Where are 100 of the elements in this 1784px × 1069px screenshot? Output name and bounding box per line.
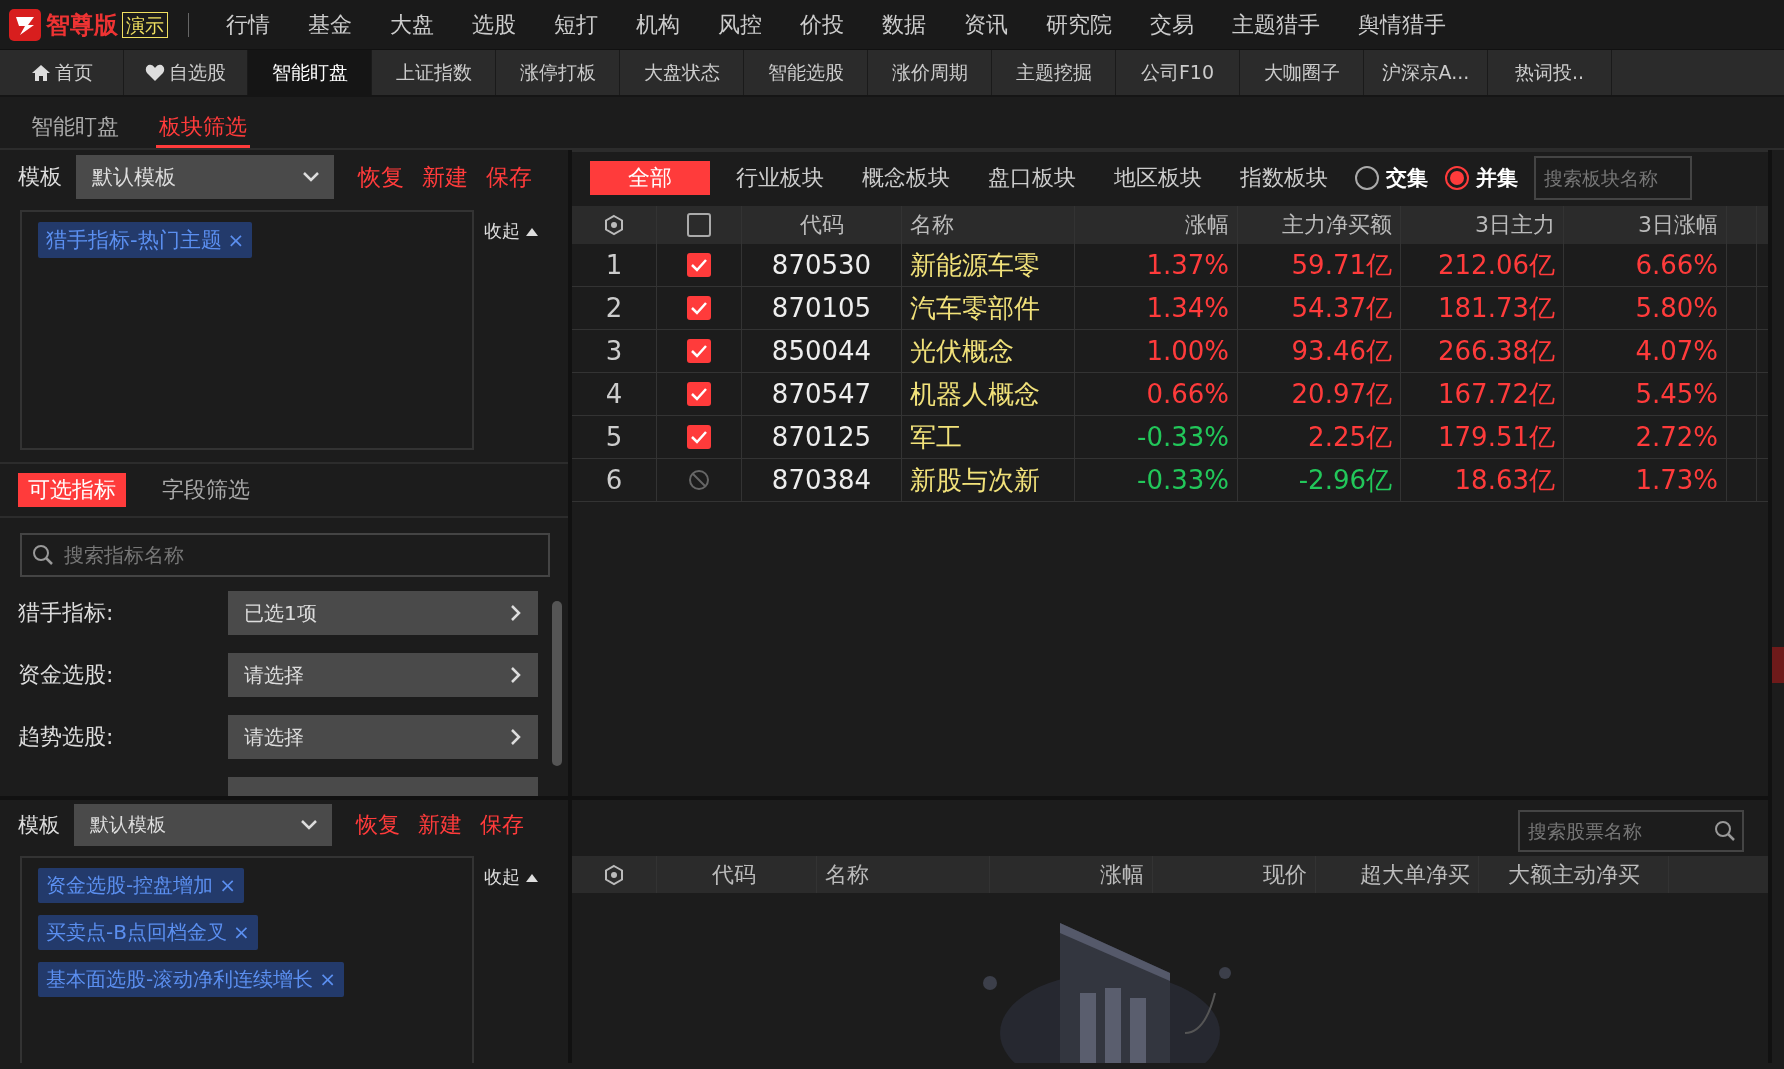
action-link[interactable]: 保存 — [480, 810, 524, 840]
table-cell: 5.45% — [1564, 373, 1727, 415]
radio-option[interactable]: 并集 — [1444, 164, 1518, 192]
table-cell: 870125 — [742, 416, 902, 458]
settings-icon[interactable] — [603, 863, 625, 886]
menu-item[interactable]: 选股 — [453, 9, 535, 40]
select-button[interactable]: 请选择 — [228, 715, 538, 759]
collapse-button[interactable]: 收起 — [484, 216, 538, 246]
menu-item[interactable]: 大盘 — [371, 9, 453, 40]
table-cell: 机器人概念 — [902, 373, 1075, 415]
menu-item[interactable]: 资讯 — [945, 9, 1027, 40]
table-cell: 179.51亿 — [1401, 416, 1564, 458]
menu-item[interactable]: 基金 — [289, 9, 371, 40]
app-name: 智尊版 — [46, 9, 118, 41]
tab[interactable]: 行业板块 — [724, 161, 836, 195]
remove-button[interactable]: × — [221, 228, 245, 252]
filter-tag: 基本面选股-滚动净利连续增长 × — [38, 962, 344, 997]
table-cell: 870547 — [742, 373, 902, 415]
table-cell: 新股与次新 — [902, 459, 1075, 501]
tab[interactable]: 智能盯盘 — [248, 50, 372, 95]
row-number: 6 — [572, 459, 657, 501]
tab[interactable]: 板块筛选 — [156, 112, 250, 148]
menu-item[interactable]: 舆情猎手 — [1339, 9, 1465, 40]
settings-icon[interactable] — [603, 214, 625, 236]
template-label: 模板 — [18, 163, 62, 191]
search-field[interactable]: 搜索股票名称 — [1518, 810, 1744, 852]
field-label: 趋势选股: — [18, 723, 114, 751]
table-cell: 20.97亿 — [1238, 373, 1401, 415]
menu-item[interactable]: 风控 — [699, 9, 781, 40]
action-link[interactable]: 新建 — [418, 810, 462, 840]
menu-item[interactable]: 交易 — [1131, 9, 1213, 40]
table-cell: 54.37亿 — [1238, 287, 1401, 329]
menu-item[interactable]: 研究院 — [1027, 9, 1131, 40]
table-cell: 1.73% — [1564, 459, 1727, 501]
table-cell: 0.66% — [1075, 373, 1238, 415]
column-header: 涨幅 — [990, 856, 1153, 893]
menu-item[interactable]: 主题猎手 — [1213, 9, 1339, 40]
checkbox[interactable] — [686, 295, 712, 321]
menu-item[interactable]: 短打 — [535, 9, 617, 40]
chevron-right-icon — [510, 604, 522, 622]
template-dropdown[interactable]: 默认模板 — [74, 804, 332, 846]
remove-button[interactable]: × — [313, 967, 336, 991]
radio-option[interactable]: 交集 — [1354, 164, 1428, 192]
checkbox[interactable] — [686, 381, 712, 407]
tab[interactable]: 字段筛选 — [152, 473, 260, 507]
table-cell: -0.33% — [1075, 416, 1238, 458]
remove-button[interactable]: × — [226, 920, 250, 944]
table-cell: 59.71亿 — [1238, 244, 1401, 286]
template-dropdown[interactable]: 默认模板 — [76, 155, 334, 199]
action-link[interactable]: 新建 — [422, 161, 468, 193]
select-button[interactable]: 请选择 — [228, 653, 538, 697]
tab[interactable]: 可选指标 — [18, 473, 126, 507]
table-cell: 870530 — [742, 244, 902, 286]
tab[interactable]: 指数板块 — [1228, 161, 1340, 195]
field-label: 猎手指标: — [18, 599, 114, 627]
tab[interactable]: 地区板块 — [1102, 161, 1214, 195]
menu-item[interactable]: 行情 — [207, 9, 289, 40]
checkbox[interactable] — [686, 424, 712, 450]
heart-icon — [145, 62, 165, 83]
table-cell: 6.66% — [1564, 244, 1727, 286]
menu-item[interactable]: 价投 — [781, 9, 863, 40]
action-link[interactable]: 恢复 — [358, 161, 404, 193]
scrollbar[interactable] — [552, 601, 562, 766]
collapse-button[interactable]: 收起 — [484, 862, 538, 892]
column-header: 涨幅 — [1075, 206, 1238, 244]
action-link[interactable]: 保存 — [486, 161, 532, 193]
column-header: 超大单净买 — [1316, 856, 1479, 893]
table-cell: 850044 — [742, 330, 902, 372]
select-button[interactable]: 已选1项 — [228, 591, 538, 635]
checkbox[interactable] — [686, 212, 712, 238]
triangle-up-icon — [526, 226, 538, 236]
tab[interactable]: 概念板块 — [850, 161, 962, 195]
search-field[interactable]: 搜索板块名称 — [1534, 156, 1692, 200]
table-cell: 181.73亿 — [1401, 287, 1564, 329]
panel-edge-marker — [1772, 647, 1784, 683]
table-cell: 汽车零部件 — [902, 287, 1075, 329]
search-icon — [32, 544, 54, 566]
table-cell: 870384 — [742, 459, 902, 501]
table-cell: 870105 — [742, 287, 902, 329]
field-label: 资金选股: — [18, 661, 114, 689]
checkbox[interactable] — [686, 252, 712, 278]
action-link[interactable]: 恢复 — [356, 810, 400, 840]
tab[interactable]: 盘口板块 — [976, 161, 1088, 195]
remove-button[interactable]: × — [213, 873, 236, 897]
search-field[interactable]: 搜索指标名称 — [20, 533, 550, 577]
table-cell: 93.46亿 — [1238, 330, 1401, 372]
menu-item[interactable]: 数据 — [863, 9, 945, 40]
home-icon — [30, 62, 51, 83]
table-cell: 5.80% — [1564, 287, 1727, 329]
column-header: 名称 — [902, 206, 1075, 244]
chevron-right-icon — [510, 666, 522, 684]
column-header: 名称 — [817, 856, 990, 893]
checkbox[interactable] — [686, 338, 712, 364]
row-number: 1 — [572, 244, 657, 286]
table-cell: 266.38亿 — [1401, 330, 1564, 372]
column-header: 现价 — [1153, 856, 1316, 893]
menu-item[interactable]: 机构 — [617, 9, 699, 40]
tab[interactable]: 全部 — [590, 161, 710, 195]
template-label: 模板 — [18, 812, 60, 839]
tab[interactable]: 智能盯盘 — [28, 112, 122, 148]
